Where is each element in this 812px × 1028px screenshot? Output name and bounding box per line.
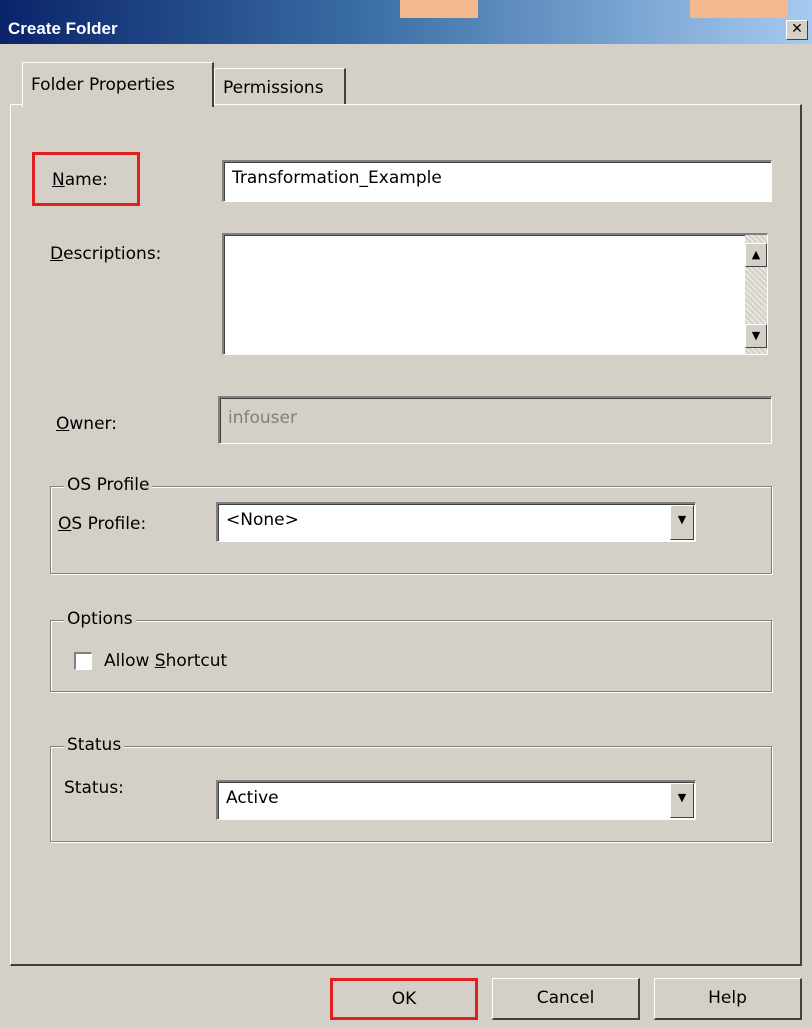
status-select[interactable]: Active ▼: [216, 780, 696, 820]
window-title: Create Folder: [8, 19, 118, 38]
help-button[interactable]: Help: [654, 978, 802, 1020]
tab-label: Folder Properties: [31, 75, 175, 95]
name-label: Name:: [52, 170, 108, 190]
ok-button-label: OK: [391, 989, 417, 1009]
scroll-up-button[interactable]: ▲: [745, 243, 767, 267]
allow-shortcut-label[interactable]: Allow Shortcut: [104, 651, 227, 671]
tab-folder-properties[interactable]: Folder Properties: [22, 62, 214, 107]
os-profile-label: OS Profile:: [58, 514, 147, 534]
background-accent: [690, 0, 788, 18]
status-dropdown-button[interactable]: ▼: [670, 783, 694, 818]
descriptions-scrollbar[interactable]: ▲ ▼: [745, 235, 767, 354]
title-bar: Create Folder ✕: [0, 0, 812, 44]
close-button[interactable]: ✕: [786, 20, 808, 40]
chevron-down-icon: ▼: [677, 791, 687, 804]
allow-shortcut-checkbox[interactable]: [74, 652, 92, 670]
tab-label: Permissions: [223, 78, 324, 98]
options-group-title: Options: [64, 609, 136, 629]
scroll-down-icon: ▼: [751, 329, 761, 342]
help-button-label: Help: [708, 988, 747, 1008]
status-label: Status:: [64, 778, 124, 798]
descriptions-field[interactable]: ▲ ▼: [222, 233, 768, 355]
tab-permissions[interactable]: Permissions: [214, 68, 346, 104]
name-value: Transformation_Example: [232, 168, 442, 188]
cancel-button-label: Cancel: [536, 988, 595, 1008]
owner-value: infouser: [228, 408, 297, 428]
close-icon: ✕: [791, 21, 803, 37]
owner-field: infouser: [218, 396, 772, 444]
scroll-up-icon: ▲: [751, 248, 761, 261]
ok-button[interactable]: OK: [330, 978, 478, 1020]
scroll-down-button[interactable]: ▼: [745, 324, 767, 348]
os-profile-select[interactable]: <None> ▼: [216, 502, 696, 542]
cancel-button[interactable]: Cancel: [492, 978, 640, 1020]
chevron-down-icon: ▼: [677, 513, 687, 526]
os-profile-dropdown-button[interactable]: ▼: [670, 505, 694, 540]
os-profile-value: <None>: [226, 510, 299, 530]
os-profile-group-title: OS Profile: [64, 475, 153, 495]
status-group-title: Status: [64, 735, 125, 755]
owner-label: Owner:: [56, 414, 117, 434]
status-value: Active: [226, 788, 279, 808]
name-field[interactable]: Transformation_Example: [222, 160, 772, 202]
background-accent: [400, 0, 478, 18]
descriptions-label: Descriptions:: [50, 244, 162, 264]
